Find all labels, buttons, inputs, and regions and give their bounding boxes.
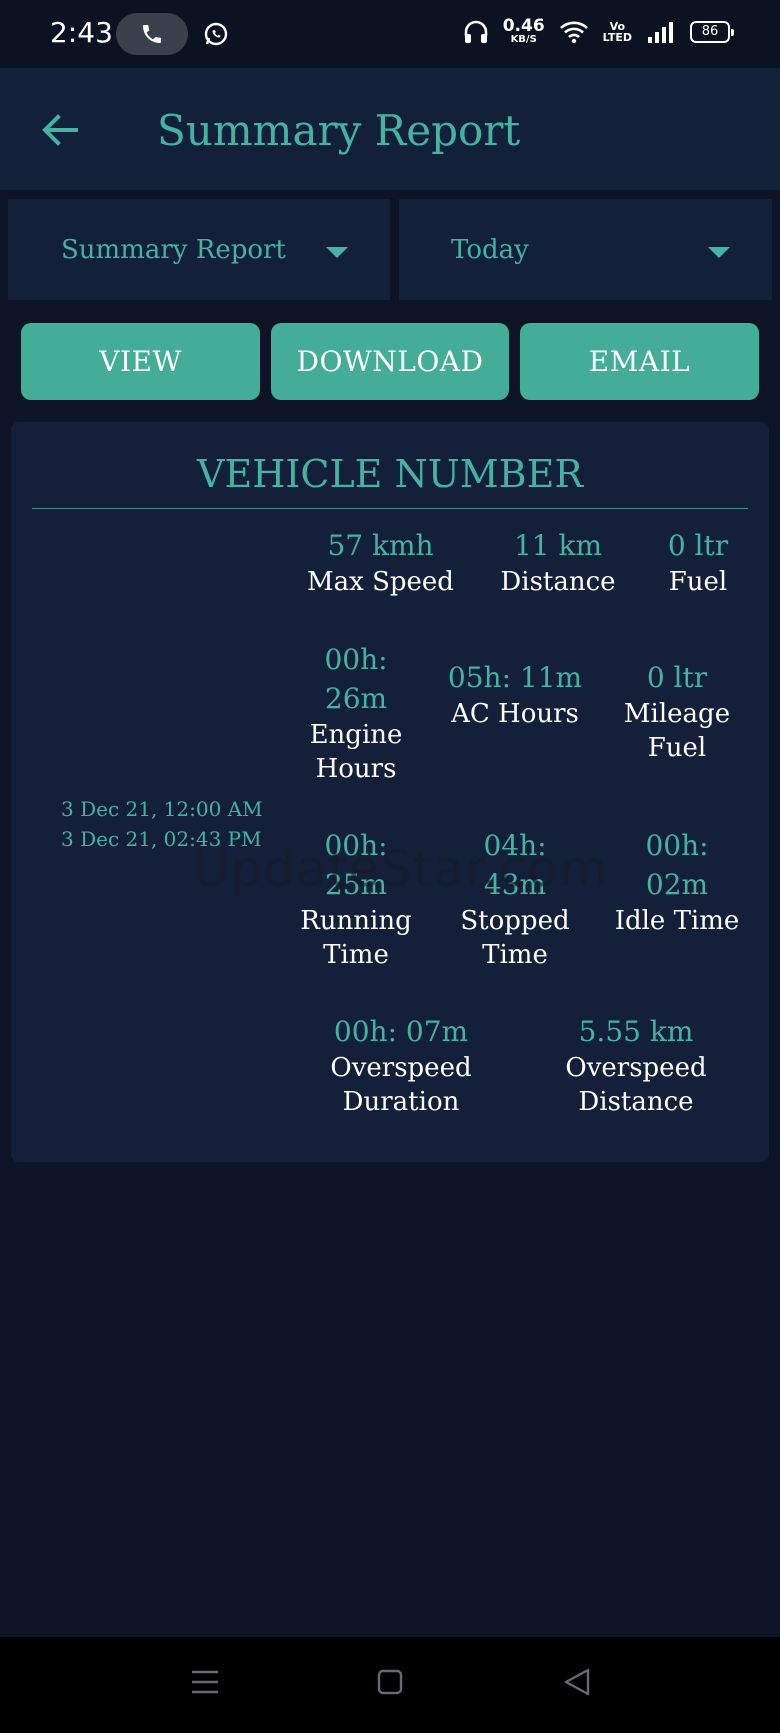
metric-value: 04h: <box>483 829 547 862</box>
signal-icon <box>648 21 673 43</box>
date-from: 3 Dec 21, 12:00 AM <box>61 797 263 821</box>
metric-fuel: 0 ltr Fuel <box>643 526 753 599</box>
metric-value: 00h: <box>324 829 388 862</box>
metric-value: 00h: <box>324 643 388 676</box>
metric-stopped-time: 04h: 43m Stopped Time <box>431 826 599 972</box>
metric-ac-hours: 05h: 11m AC Hours <box>431 658 599 731</box>
metric-value: 26m <box>324 682 388 715</box>
volte-bottom: LTED <box>602 30 632 44</box>
metric-overspeed-duration: 00h: 07m Overspeed Duration <box>301 1012 501 1119</box>
metric-value: 05h: 11m <box>447 661 583 694</box>
metric-label: Engine <box>309 720 403 750</box>
whatsapp-icon <box>204 22 228 46</box>
app-bar: Summary Report <box>0 68 780 190</box>
metric-label: Distance <box>578 1087 694 1117</box>
chevron-down-icon <box>708 247 730 258</box>
metric-value: 0 ltr <box>667 529 729 562</box>
summary-card: VEHICLE NUMBER 3 Dec 21, 12:00 AM 3 Dec … <box>11 422 769 1162</box>
metric-label: Stopped <box>460 906 570 936</box>
network-speed-value: 0.46 <box>502 16 545 36</box>
metric-label: Max Speed <box>307 567 454 597</box>
date-range-text: 3 Dec 21, 12:00 AM 3 Dec 21, 02:43 PM <box>61 794 263 854</box>
metric-label: Mileage <box>623 699 731 729</box>
metric-value: 57 kmh <box>327 529 434 562</box>
metric-idle-time: 00h: 02m Idle Time <box>599 826 755 938</box>
metric-value: 5.55 km <box>578 1015 694 1048</box>
metric-value: 0 ltr <box>646 661 708 694</box>
metric-value: 02m <box>645 868 709 901</box>
metric-value: 11 km <box>513 529 603 562</box>
home-icon[interactable] <box>376 1667 404 1697</box>
volte-indicator: Vo LTED <box>603 21 632 43</box>
network-speed-unit: KB/S <box>510 34 537 45</box>
metric-running-time: 00h: 25m Running Time <box>281 826 431 972</box>
metric-label: Distance <box>500 567 616 597</box>
report-type-selected: Summary Report <box>61 234 286 265</box>
date-range-dropdown[interactable]: Today <box>399 199 772 300</box>
vehicle-number-heading: VEHICLE NUMBER <box>197 452 583 496</box>
metric-label: Fuel <box>668 567 728 597</box>
metric-value: 25m <box>324 868 388 901</box>
metric-label: Overspeed <box>565 1053 707 1083</box>
view-button[interactable]: VIEW <box>21 323 260 400</box>
volte-top: Vo <box>609 19 626 33</box>
wifi-icon <box>559 21 588 43</box>
back-triangle-icon[interactable] <box>562 1667 592 1697</box>
metric-engine-hours: 00h: 26m Engine Hours <box>281 640 431 786</box>
headphones-icon <box>464 20 488 43</box>
network-speed: 0.46 KB/S <box>503 18 545 45</box>
metric-distance: 11 km Distance <box>473 526 643 599</box>
metric-label: Idle Time <box>614 906 740 936</box>
metric-label: Running <box>300 906 412 936</box>
status-icons: 0.46 KB/S Vo LTED 86 <box>463 18 734 45</box>
divider <box>32 508 748 509</box>
status-bar: 2:43 0.46 KB/S Vo LTED 86 <box>0 0 780 68</box>
metric-label: Time <box>323 940 389 970</box>
page-title: Summary Report <box>157 106 521 155</box>
chevron-down-icon <box>326 247 348 258</box>
metric-value: 43m <box>483 868 547 901</box>
metric-mileage-fuel: 0 ltr Mileage Fuel <box>599 658 755 765</box>
date-range-selected: Today <box>451 234 529 265</box>
ongoing-call-pill[interactable] <box>116 13 188 55</box>
back-arrow-icon[interactable] <box>38 108 82 152</box>
metric-value: 00h: 07m <box>333 1015 469 1048</box>
metric-label: Duration <box>342 1087 460 1117</box>
phone-icon <box>143 25 161 43</box>
report-type-dropdown[interactable]: Summary Report <box>8 199 390 300</box>
date-to: 3 Dec 21, 02:43 PM <box>61 827 262 851</box>
metric-max-speed: 57 kmh Max Speed <box>288 526 473 599</box>
metric-label: Overspeed <box>330 1053 472 1083</box>
system-nav-bar <box>0 1637 780 1733</box>
metric-label: Time <box>482 940 548 970</box>
metric-label: Fuel <box>647 733 707 763</box>
status-time: 2:43 <box>50 16 113 49</box>
metric-value: 00h: <box>645 829 709 862</box>
download-button[interactable]: DOWNLOAD <box>271 323 509 400</box>
metric-label: Hours <box>315 754 397 784</box>
menu-icon[interactable] <box>190 1667 220 1697</box>
metric-overspeed-distance: 5.55 km Overspeed Distance <box>536 1012 736 1119</box>
battery-indicator: 86 <box>690 20 734 43</box>
email-button[interactable]: EMAIL <box>520 323 759 400</box>
metric-label: AC Hours <box>451 699 579 729</box>
